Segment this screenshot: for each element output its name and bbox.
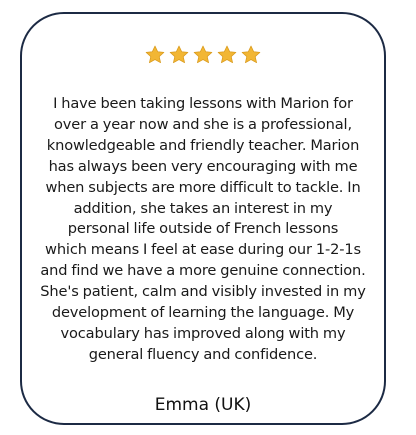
review-line: when subjects are more difficult to tack… xyxy=(45,178,361,196)
review-line: She's patient, calm and visibly invested… xyxy=(40,283,366,301)
review-line: over a year now and she is a professiona… xyxy=(54,115,352,133)
review-author: Emma (UK) xyxy=(154,395,252,415)
star-icon xyxy=(240,44,262,66)
review-line: and find we have a more genuine connecti… xyxy=(40,262,366,280)
review-line: general fluency and confidence. xyxy=(88,345,318,363)
review-line: I have been taking lessons with Marion f… xyxy=(53,95,353,112)
review-line: development of learning the language. My xyxy=(51,304,355,322)
star-rating xyxy=(22,44,384,66)
review-line: which means I feel at ease during our 1-… xyxy=(45,241,361,259)
review-line: personal life outside of French lessons xyxy=(67,220,339,238)
review-line: has always been very encouraging with me xyxy=(48,157,358,175)
star-icon xyxy=(144,44,166,66)
review-text: I have been taking lessons with Marion f… xyxy=(26,94,380,366)
star-icon xyxy=(216,44,238,66)
star-icon xyxy=(168,44,190,66)
star-icon xyxy=(192,44,214,66)
testimonial-card: I have been taking lessons with Marion f… xyxy=(20,12,386,425)
review-line: addition, she takes an interest in my xyxy=(73,199,333,217)
review-line: vocabulary has improved along with my xyxy=(60,324,346,342)
review-line: knowledgeable and friendly teacher. Mari… xyxy=(46,136,360,154)
